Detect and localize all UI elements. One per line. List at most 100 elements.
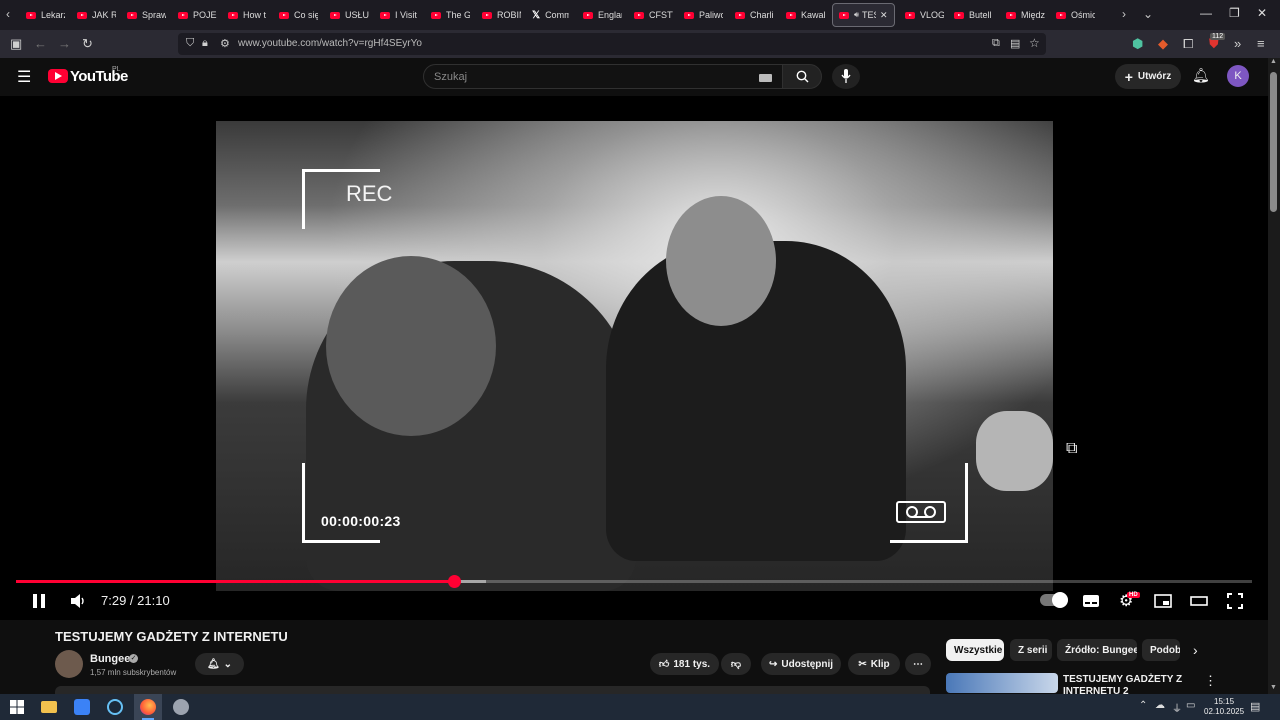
page-scrollbar[interactable]: ▲ ▼ <box>1268 58 1280 694</box>
taskbar-clock[interactable]: 15:15 02.10.2025 <box>1204 697 1244 717</box>
browser-tab[interactable]: Ośmic <box>1056 3 1095 27</box>
browser-tab[interactable]: POJEC <box>178 3 217 27</box>
extension-fox-icon[interactable]: ◆ <box>1158 36 1168 52</box>
chip-all[interactable]: Wszystkie <box>946 639 1004 661</box>
scroll-up-icon[interactable]: ▲ <box>1270 58 1277 65</box>
browser-tab[interactable]: 🔊︎TES ✕ <box>832 3 895 27</box>
browser-tab[interactable]: Charli <box>735 3 774 27</box>
keyboard-icon[interactable] <box>759 74 772 82</box>
video-player[interactable]: REC 00:00:00:23 ⧉ 7:29 / 21:10 ⚙ HD <box>0 96 1268 620</box>
browser-tab[interactable]: 𝕏 Comm <box>532 3 569 27</box>
steam-icon[interactable] <box>107 699 123 715</box>
tab-scroll-right-icon[interactable]: › <box>1122 7 1126 21</box>
chips-next-icon[interactable]: › <box>1193 642 1198 658</box>
onedrive-icon[interactable]: ☁ <box>1155 700 1165 711</box>
tray-overflow-icon[interactable]: ⌃ <box>1139 700 1147 711</box>
volume-icon[interactable] <box>70 594 86 608</box>
youtube-header: ☰ YouTube PL Szukaj + Utwórz 🔔︎ K <box>0 58 1268 96</box>
tab-scroll-left-icon[interactable]: ‹ <box>6 7 10 21</box>
browser-tab[interactable]: How t <box>228 3 267 27</box>
minimize-icon[interactable]: — <box>1200 6 1212 20</box>
windows-start-icon[interactable] <box>9 699 25 715</box>
reload-icon[interactable]: ↻ <box>82 36 93 52</box>
channel-name[interactable]: Bungee <box>90 653 130 665</box>
app-icon[interactable] <box>173 699 189 715</box>
progress-scrubber-handle[interactable] <box>447 575 461 588</box>
search-button[interactable] <box>782 64 822 89</box>
description-box[interactable] <box>55 686 930 694</box>
browser-tab[interactable]: The G <box>431 3 470 27</box>
voice-search-button[interactable] <box>832 64 860 89</box>
scrollbar-thumb[interactable] <box>1270 72 1277 212</box>
miniplayer-icon[interactable] <box>1154 594 1172 608</box>
chip-from-channel[interactable]: Źródło: Bungee <box>1057 639 1137 661</box>
browser-tab[interactable]: Paliwo <box>684 3 723 27</box>
clip-button[interactable]: ✂ Klip <box>848 653 900 675</box>
pause-icon[interactable] <box>31 593 47 609</box>
browser-tab[interactable]: VLOG <box>905 3 944 27</box>
related-video-menu-icon[interactable]: ⋮ <box>1204 673 1217 689</box>
autoplay-toggle[interactable] <box>1040 592 1068 608</box>
sidebar-toggle-icon[interactable]: ▣ <box>10 36 22 52</box>
menu-hamburger-icon[interactable]: ≡ <box>1257 36 1265 51</box>
subscription-notifications-button[interactable]: 🔔︎ ⌄ <box>195 653 244 675</box>
browser-tab[interactable]: Lekarz <box>26 3 65 27</box>
network-icon[interactable]: ▭ <box>1186 700 1195 711</box>
close-window-icon[interactable]: ✕ <box>1257 6 1267 20</box>
browser-tab[interactable]: USŁUC <box>330 3 369 27</box>
browser-tab[interactable]: Międz <box>1006 3 1045 27</box>
taskbar-active-firefox[interactable] <box>134 694 162 720</box>
usb-icon[interactable]: ⏚ <box>1172 700 1182 715</box>
browser-tab[interactable]: Spraw <box>127 3 166 27</box>
create-button[interactable]: + Utwórz <box>1115 64 1181 89</box>
guide-menu-icon[interactable]: ☰ <box>17 67 31 87</box>
browser-tab[interactable]: ROBIN <box>482 3 521 27</box>
like-button[interactable]: 👍︎ 181 tys. <box>650 653 719 675</box>
lock-icon[interactable]: 🔒︎ <box>202 37 208 50</box>
address-bar[interactable]: ⛉ 🔒︎ ⚙ www.youtube.com/watch?v=rgHf4SEyr… <box>178 33 1046 55</box>
url-text[interactable]: www.youtube.com/watch?v=rgHf4SEyrYo <box>238 38 422 49</box>
chip-series[interactable]: Z serii <box>1010 639 1052 661</box>
permissions-icon[interactable]: ⚙ <box>220 37 230 50</box>
scroll-down-icon[interactable]: ▼ <box>1270 684 1277 691</box>
control-panel-icon[interactable] <box>74 699 90 715</box>
more-tools-icon[interactable]: » <box>1234 36 1241 51</box>
back-icon[interactable]: ← <box>34 36 47 51</box>
extensions-puzzle-icon[interactable]: ⧠ <box>1183 36 1193 52</box>
theater-mode-icon[interactable] <box>1190 596 1208 606</box>
subtitles-icon[interactable] <box>1082 594 1100 608</box>
shield-icon[interactable]: ⛉ <box>186 37 194 50</box>
more-actions-button[interactable]: ⋯ <box>905 653 931 675</box>
browser-tab[interactable]: CFSTV <box>634 3 673 27</box>
browser-tab[interactable]: I Visit <box>380 3 419 27</box>
notifications-bell-icon[interactable]: 🔔︎ <box>1192 67 1210 84</box>
browser-tab[interactable]: Co się <box>279 3 318 27</box>
dislike-button[interactable]: 👎︎ <box>721 653 751 675</box>
forward-icon[interactable]: → <box>58 36 71 51</box>
file-explorer-icon[interactable] <box>41 701 57 713</box>
related-video-thumbnail[interactable] <box>946 673 1058 693</box>
progress-bar[interactable] <box>16 575 1252 588</box>
maximize-icon[interactable]: ❐ <box>1229 6 1240 20</box>
picture-in-picture-icon[interactable]: ⧉ <box>992 37 1000 50</box>
tab-audio-icon[interactable]: 🔊︎ <box>854 10 859 20</box>
privacy-badger-icon[interactable]: ⬢ <box>1132 36 1143 52</box>
browser-tab[interactable]: Englan <box>583 3 622 27</box>
browser-tab[interactable]: JAK R <box>77 3 116 27</box>
reader-view-icon[interactable]: ▤ <box>1010 37 1020 50</box>
video-frame[interactable]: REC 00:00:00:23 <box>216 121 1053 591</box>
bookmark-star-icon[interactable]: ☆ <box>1029 36 1040 50</box>
tab-list-chevron-icon[interactable]: ⌄ <box>1143 7 1153 21</box>
search-input[interactable]: Szukaj <box>423 64 783 89</box>
tab-close-icon[interactable]: ✕ <box>880 10 888 21</box>
share-button[interactable]: ↪ Udostępnij <box>761 653 841 675</box>
channel-avatar[interactable] <box>55 650 83 678</box>
notifications-icon[interactable]: ▤ <box>1250 700 1260 713</box>
miniplayer-expand-icon[interactable]: ⧉ <box>1066 440 1077 458</box>
account-avatar[interactable]: K <box>1227 65 1249 87</box>
youtube-logo-icon[interactable] <box>48 69 68 83</box>
fullscreen-icon[interactable] <box>1227 593 1243 609</box>
chip-similar[interactable]: Podob <box>1142 639 1180 661</box>
browser-tab[interactable]: Butell <box>954 3 993 27</box>
browser-tab[interactable]: Kawal <box>786 3 825 27</box>
